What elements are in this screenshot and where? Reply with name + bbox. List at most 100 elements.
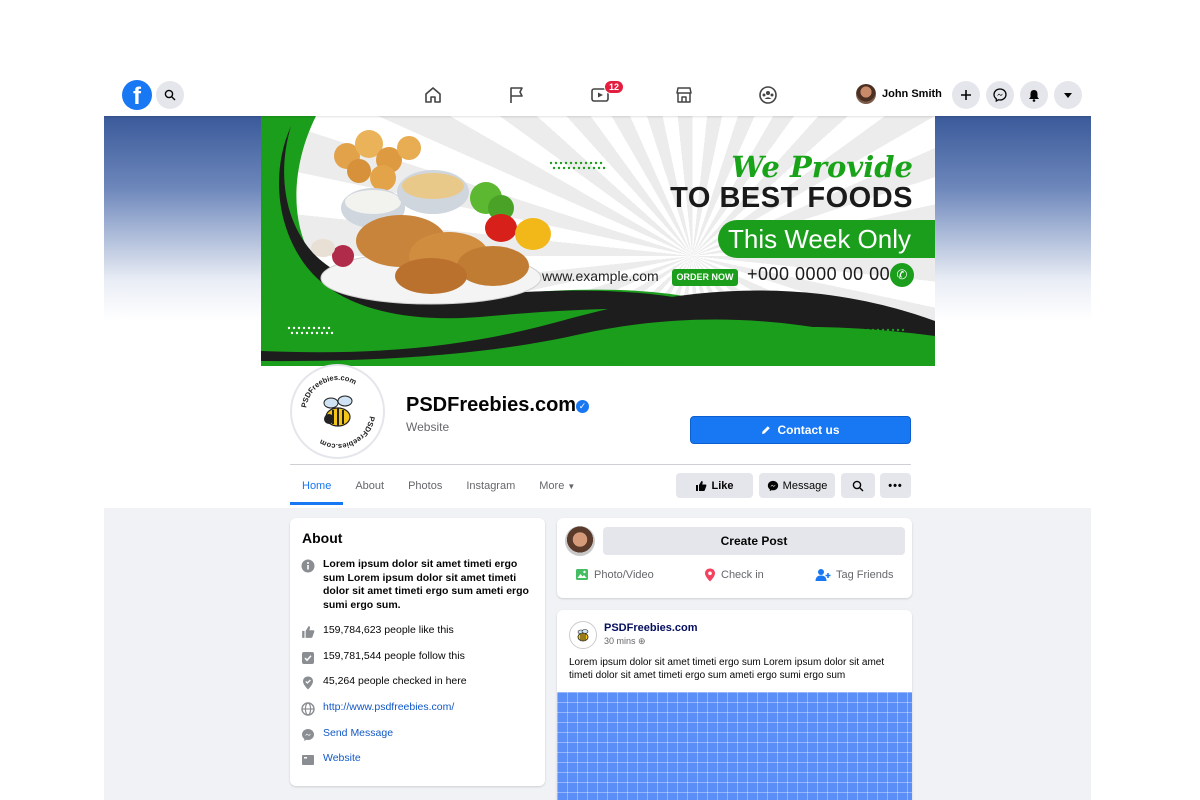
create-post-input[interactable]: Create Post [603, 527, 905, 555]
about-send-message-link[interactable]: Send Message [323, 727, 393, 741]
globe-icon: ⊕ [638, 636, 646, 646]
tab-photos[interactable]: Photos [396, 467, 454, 505]
avatar [856, 84, 876, 104]
plus-icon [961, 90, 971, 100]
caret-down-icon: ▼ [567, 482, 576, 491]
about-likes-row: 159,784,623 people like this [300, 624, 454, 639]
check-in-label: Check in [721, 569, 764, 581]
facebook-page-frame: f 12 John Smith We Provide TO BEST FOODS… [104, 74, 1091, 800]
message-label: Message [782, 479, 828, 492]
notification-badge: 12 [604, 80, 625, 94]
about-checkins-row: 45,264 people checked in here [300, 675, 467, 690]
post-author-name[interactable]: PSDFreebies.com [604, 622, 698, 634]
groups-icon [759, 86, 777, 104]
tab-more-label: More [539, 480, 565, 492]
pencil-icon [762, 426, 771, 434]
location-pin-icon [300, 675, 315, 690]
info-icon [300, 558, 315, 573]
create-button[interactable] [952, 81, 980, 109]
home-icon [425, 87, 441, 103]
like-button[interactable]: Like [676, 473, 753, 498]
tag-friends-icon [815, 569, 831, 581]
nav-pages[interactable] [505, 83, 529, 107]
cover-phone: +000 0000 00 00 [747, 264, 891, 284]
flag-icon [510, 87, 523, 103]
post-author-avatar[interactable] [569, 621, 597, 649]
cover-tagline: This Week Only [718, 220, 935, 258]
about-follows-row: 159,781,544 people follow this [300, 650, 465, 665]
check-in-button[interactable]: Check in [704, 568, 764, 582]
avatar [565, 526, 595, 556]
nav-home[interactable] [421, 83, 445, 107]
globe-icon [300, 701, 315, 716]
logo-letter: f [133, 83, 141, 110]
cover-headline-2: TO BEST FOODS [670, 182, 913, 214]
about-title: About [302, 530, 343, 546]
messenger-icon [767, 480, 778, 491]
messenger-button[interactable] [986, 81, 1014, 109]
about-url-link[interactable]: http://www.psdfreebies.com/ [323, 701, 454, 715]
tab-home[interactable]: Home [290, 467, 344, 505]
about-checkins: 45,264 people checked in here [323, 675, 467, 687]
bee-logo-icon: PSDFreebies.com PSDFreebies.com [299, 372, 376, 450]
about-likes: 159,784,623 people like this [323, 624, 454, 636]
about-send-message-row[interactable]: Send Message [300, 727, 393, 742]
post-image[interactable] [557, 692, 912, 800]
header-divider [290, 464, 911, 465]
page-category: Website [406, 420, 450, 434]
photo-video-button[interactable]: Photo/Video [575, 568, 654, 581]
post-text: Lorem ipsum dolor sit amet timeti ergo s… [569, 657, 885, 681]
tab-instagram[interactable]: Instagram [454, 467, 527, 505]
bell-icon [1029, 89, 1039, 102]
photo-icon [576, 569, 588, 580]
tab-about[interactable]: About [343, 467, 396, 505]
tag-friends-button[interactable]: Tag Friends [815, 568, 893, 582]
about-website-row[interactable]: Website [300, 752, 361, 767]
search-button[interactable] [156, 81, 184, 109]
search-icon [852, 480, 864, 491]
more-options-button[interactable]: ••• [880, 473, 911, 498]
cover-website: www.example.com [542, 268, 659, 284]
user-name: John Smith [882, 88, 942, 100]
page-search-button[interactable] [841, 473, 875, 498]
photo-video-label: Photo/Video [594, 568, 654, 581]
thumbs-up-icon [300, 624, 315, 639]
phone-icon: ✆ [890, 263, 914, 287]
thumbs-up-icon [696, 480, 707, 491]
about-description-row: Lorem ipsum dolor sit amet timeti ergo s… [300, 558, 533, 612]
tag-friends-label: Tag Friends [836, 569, 894, 581]
post-timestamp: 30 mins ⊕ [604, 636, 646, 647]
top-navigation-bar: f 12 John Smith [104, 74, 1091, 116]
about-follows: 159,781,544 people follow this [323, 650, 465, 662]
about-url-row[interactable]: http://www.psdfreebies.com/ [300, 701, 454, 716]
facebook-logo-icon[interactable]: f [122, 80, 152, 110]
like-label: Like [711, 479, 734, 492]
marketplace-icon [676, 87, 692, 103]
cover-order-button: ORDER NOW [672, 269, 738, 286]
page-title: PSDFreebies.com [406, 394, 577, 416]
user-profile-link[interactable]: John Smith [856, 84, 942, 104]
notifications-button[interactable] [1020, 81, 1048, 109]
tab-more[interactable]: More ▼ [527, 467, 587, 505]
account-menu-button[interactable] [1054, 81, 1082, 109]
messenger-icon [300, 727, 315, 742]
about-card: About Lorem ipsum dolor sit amet timeti … [290, 518, 545, 786]
nav-groups[interactable] [756, 83, 780, 107]
verified-badge-icon: ✓ [576, 400, 589, 413]
contact-us-label: Contact us [777, 423, 840, 437]
cover-headline-1: We Provide [731, 150, 913, 184]
about-website-link[interactable]: Website [323, 752, 361, 766]
nav-marketplace[interactable] [672, 83, 696, 107]
location-pin-icon [705, 568, 715, 582]
caret-down-icon [1064, 93, 1072, 98]
page-tabs: Home About Photos Instagram More ▼ [290, 467, 587, 505]
cover-photo[interactable]: We Provide TO BEST FOODS This Week Only … [261, 116, 935, 366]
contact-us-button[interactable]: Contact us [690, 416, 911, 444]
about-description: Lorem ipsum dolor sit amet timeti ergo s… [323, 558, 529, 611]
message-button[interactable]: Message [759, 473, 835, 498]
page-profile-picture[interactable]: PSDFreebies.com PSDFreebies.com [290, 364, 385, 459]
post-time-label: 30 mins [604, 636, 636, 646]
bee-logo-icon [577, 629, 589, 642]
messenger-icon [993, 88, 1007, 102]
search-icon [164, 89, 176, 101]
